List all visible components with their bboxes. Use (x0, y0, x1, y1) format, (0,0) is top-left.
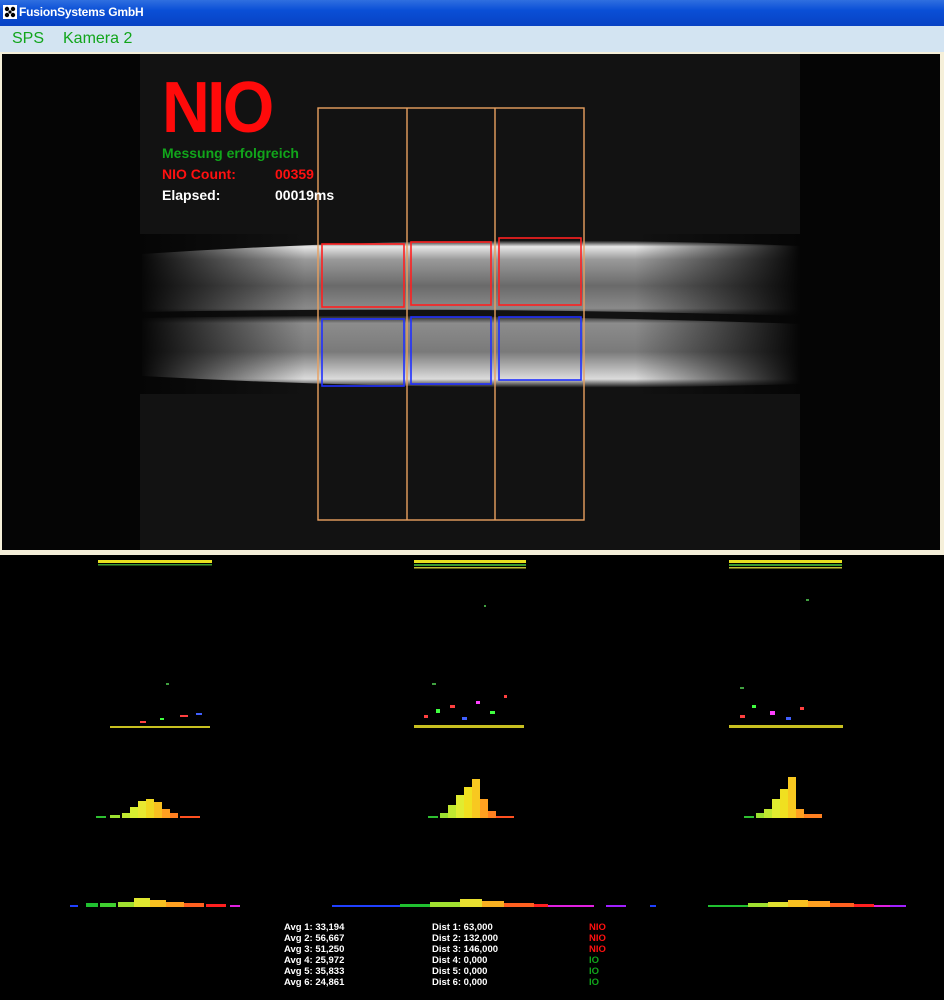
verdict-6: IO (589, 977, 600, 988)
result-status: NIO (162, 68, 274, 148)
profile-strip-2 (414, 560, 526, 569)
dist-3: Dist 3: 146,000 (432, 944, 499, 955)
histogram-2 (428, 779, 514, 818)
menu-bar: SPS Kamera 2 (0, 26, 944, 54)
dist-6: Dist 6: 0,000 (432, 977, 488, 988)
profile-strip-3 (729, 560, 842, 569)
menu-item-sps[interactable]: SPS (12, 30, 44, 48)
verdict-1: NIO (589, 922, 606, 933)
elapsed-value: 00019ms (275, 187, 335, 203)
nio-count-label: NIO Count: (162, 166, 236, 182)
verdict-3: NIO (589, 944, 606, 955)
avg-6: Avg 6: 24,861 (284, 977, 345, 988)
defect-scatter-2 (414, 605, 524, 728)
avg-4: Avg 4: 25,972 (284, 955, 345, 966)
histogram-1 (96, 799, 200, 818)
elapsed-label: Elapsed: (162, 187, 221, 203)
verdict-5: IO (589, 966, 600, 977)
title-bar: FusionSystems GmbH (0, 0, 944, 26)
app-icon (3, 5, 17, 19)
avg-1: Avg 1: 33,194 (284, 922, 345, 933)
avg-5: Avg 5: 35,833 (284, 966, 345, 977)
camera-image (140, 54, 800, 550)
menu-item-kamera-2[interactable]: Kamera 2 (63, 30, 132, 48)
camera-image-view: NIO Messung erfolgreich NIO Count: 00359… (2, 54, 940, 550)
dist-4: Dist 4: 0,000 (432, 955, 488, 966)
spectrum-bar-3 (708, 900, 906, 907)
verdicts-list: NIO NIO NIO IO IO IO (589, 922, 606, 988)
verdict-4: IO (589, 955, 600, 966)
averages-list: Avg 1: 33,194 Avg 2: 56,667 Avg 3: 51,25… (284, 922, 344, 988)
spectrum-bar-2 (332, 899, 656, 907)
dist-1: Dist 1: 63,000 (432, 922, 493, 933)
profile-strip-1 (98, 560, 212, 566)
avg-2: Avg 2: 56,667 (284, 933, 345, 944)
nio-count-value: 00359 (275, 166, 314, 182)
camera-panel: NIO Messung erfolgreich NIO Count: 00359… (0, 52, 944, 555)
verdict-2: NIO (589, 933, 606, 944)
defect-scatter-1 (110, 683, 210, 728)
defect-scatter-3 (729, 599, 843, 728)
avg-3: Avg 3: 51,250 (284, 944, 345, 955)
window-title: FusionSystems GmbH (19, 5, 144, 19)
dist-5: Dist 5: 0,000 (432, 966, 488, 977)
spectrum-bar-1 (70, 898, 240, 907)
dist-2: Dist 2: 132,000 (432, 933, 499, 944)
measurement-message: Messung erfolgreich (162, 145, 299, 161)
distances-list: Dist 1: 63,000 Dist 2: 132,000 Dist 3: 1… (432, 922, 498, 988)
histogram-3 (744, 777, 822, 818)
